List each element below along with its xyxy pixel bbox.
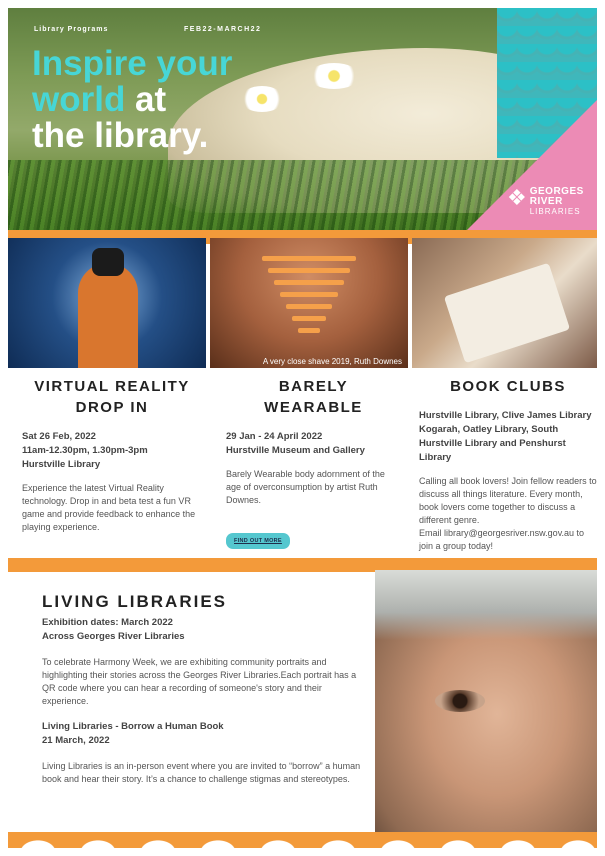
exhibition-location: Across Georges River Libraries [42,631,185,642]
program-label: Library Programs [34,26,109,33]
event-date: 29 Jan - 24 April 2022 [226,431,323,442]
event-description: Barely Wearable body adornment of the ag… [226,469,385,505]
title-line: BARELY [278,378,349,395]
event-description: Experience the latest Virtual Reality te… [22,483,196,532]
hair-figure [375,570,597,640]
headline-part: at [125,80,167,119]
daisy-flower-image [240,86,284,112]
book-clubs-column: BOOK CLUBS Hurstville Library, Clive Jam… [419,376,597,553]
headline-part: the library. [32,116,209,155]
living-libraries-content: Exhibition dates: March 2022 Across Geor… [42,616,364,786]
elderly-face-photo [375,570,597,832]
eye-figure [435,690,485,712]
daisy-flower-image [308,63,360,89]
title-line: VIRTUAL REALITY [34,378,190,395]
living-libraries-title: LIVING LIBRARIES [42,592,228,611]
contact-email: Email library@georgesriver.nsw.gov.au to… [419,528,585,551]
vr-title: VIRTUAL REALITY DROP IN [22,376,202,418]
event-title: Living Libraries - Borrow a Human Book [42,721,224,732]
barely-wearable-photo: A very close shave 2019, Ruth Downes [210,238,408,368]
event-description: Living Libraries is an in-person event w… [42,761,361,784]
logo-text: LIBRARIES [529,207,581,216]
vr-photo [8,238,206,368]
book-clubs-title: BOOK CLUBS [450,378,566,395]
flyer-page: Library Programs FEB22-MARCH22 Inspire y… [8,8,597,848]
exhibition-dates: Exhibition dates: March 2022 [42,617,173,628]
event-time: 11am-12.30pm, 1.30pm-3pm [22,445,148,456]
dragon-logo-icon: ❖ [507,185,527,210]
headline-part: Inspire your [32,44,233,83]
vr-headset-icon [92,248,124,276]
barely-title: BARELY WEARABLE [226,376,401,418]
event-description: Calling all book lovers! Join fellow rea… [419,476,597,525]
date-range-label: FEB22-MARCH22 [184,26,262,33]
headline: Inspire your world at the library. [32,46,232,154]
find-out-more-button[interactable]: FIND OUT MORE [226,533,290,549]
vr-column: VIRTUAL REALITY DROP IN Sat 26 Feb, 2022… [22,376,202,534]
title-line: WEARABLE [264,399,363,416]
book-club-photo [412,238,597,368]
open-book-figure [443,262,571,364]
event-date: 21 March, 2022 [42,735,110,746]
headline-part: world [32,80,126,119]
barely-wearable-column: BARELY WEARABLE 29 Jan - 24 April 2022 H… [226,376,401,549]
exhibition-description: To celebrate Harmony Week, we are exhibi… [42,657,357,706]
book-club-locations: Hurstville Library, Clive James Library … [419,410,592,463]
event-location: Hurstville Library [22,459,101,470]
event-location: Hurstville Museum and Gallery [226,445,365,456]
georges-river-libraries-logo: ❖ GEORGES RIVER LIBRARIES [507,185,587,217]
photo-caption: A very close shave 2019, Ruth Downes [262,357,402,366]
person-figure [78,263,138,368]
orange-wave-pattern [8,832,597,848]
hero-banner: Library Programs FEB22-MARCH22 Inspire y… [8,8,597,230]
event-date: Sat 26 Feb, 2022 [22,431,96,442]
logo-text: RIVER [529,196,563,207]
title-line: DROP IN [75,399,149,416]
sculpture-figure [262,256,356,346]
